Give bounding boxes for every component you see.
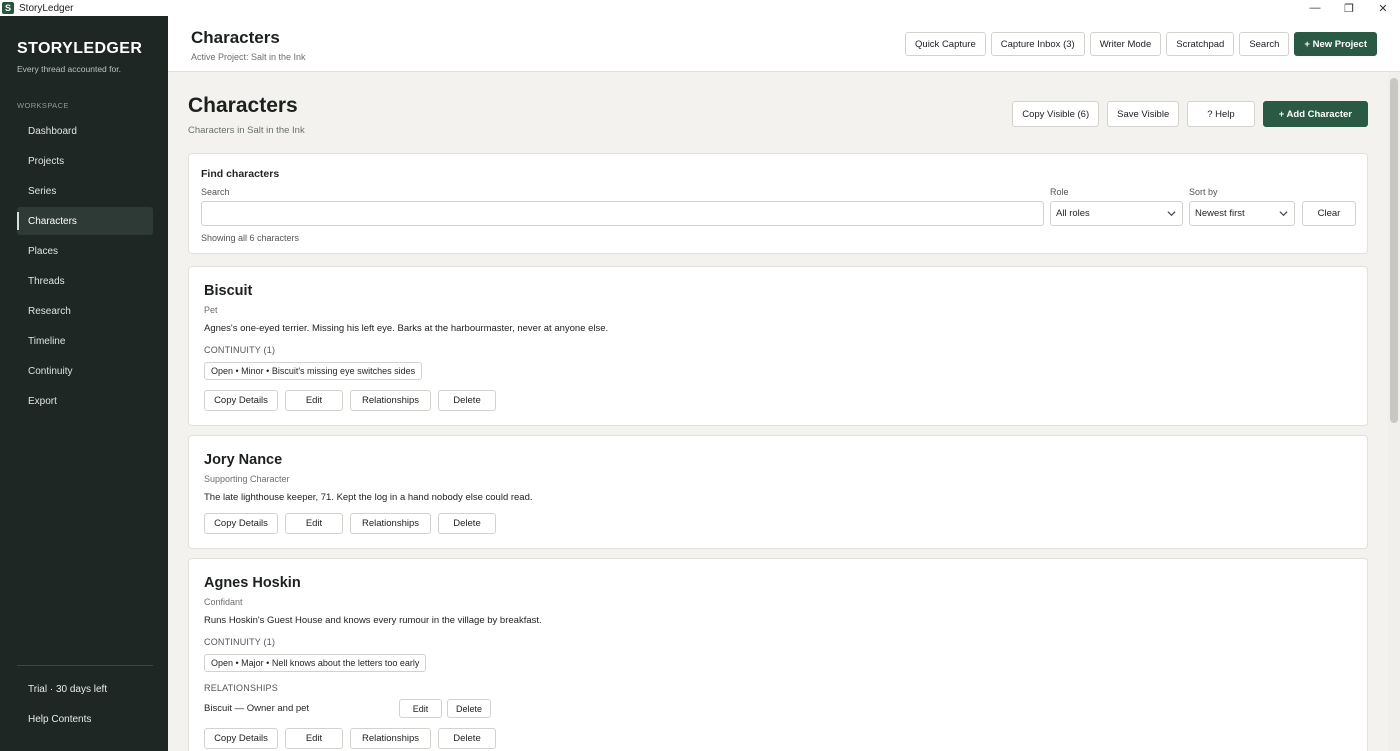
- brand-tagline: Every thread accounted for.: [17, 64, 121, 74]
- character-role: Confidant: [204, 597, 243, 607]
- sidebar-item-threads[interactable]: Threads: [17, 267, 153, 295]
- minimize-icon[interactable]: —: [1298, 0, 1332, 16]
- close-icon[interactable]: ✕: [1366, 0, 1400, 16]
- scratchpad-button[interactable]: Scratchpad: [1166, 32, 1235, 56]
- sidebar-item-research[interactable]: Research: [17, 297, 153, 325]
- character-card: Biscuit Pet Agnes's one-eyed terrier. Mi…: [188, 266, 1368, 426]
- character-description: The late lighthouse keeper, 71. Kept the…: [204, 492, 533, 503]
- continuity-label: CONTINUITY (1): [204, 637, 276, 647]
- copy-details-button[interactable]: Copy Details: [204, 390, 278, 411]
- copy-details-button[interactable]: Copy Details: [204, 728, 278, 749]
- relationship-edit-button[interactable]: Edit: [399, 699, 442, 718]
- writer-mode-button[interactable]: Writer Mode: [1089, 32, 1162, 56]
- character-name: Agnes Hoskin: [204, 575, 301, 591]
- search-button[interactable]: Search: [1239, 32, 1290, 56]
- search-input[interactable]: [201, 201, 1044, 226]
- relationships-button[interactable]: Relationships: [350, 513, 431, 534]
- header-title: Characters: [191, 28, 280, 47]
- app-icon: S: [2, 2, 14, 14]
- continuity-label: CONTINUITY (1): [204, 345, 276, 355]
- character-role: Pet: [204, 305, 218, 315]
- continuity-chip[interactable]: Open • Minor • Biscuit's missing eye swi…: [204, 362, 423, 380]
- character-description: Runs Hoskin's Guest House and knows ever…: [204, 615, 542, 626]
- filter-title: Find characters: [201, 168, 280, 180]
- filter-card: Find characters Search Role All roles So…: [188, 153, 1368, 254]
- character-card: Jory Nance Supporting Character The late…: [188, 435, 1368, 549]
- relationships-button[interactable]: Relationships: [350, 728, 431, 749]
- sidebar-item-timeline[interactable]: Timeline: [17, 327, 153, 355]
- page-actions: Copy Visible (6) Save Visible ? Help + A…: [1012, 101, 1368, 127]
- continuity-chip[interactable]: Open • Major • Nell knows about the lett…: [204, 654, 427, 672]
- relationship-actions: Edit Delete: [399, 699, 491, 718]
- capture-inbox-button[interactable]: Capture Inbox (3): [990, 32, 1085, 56]
- character-card: Agnes Hoskin Confidant Runs Hoskin's Gue…: [188, 558, 1368, 751]
- chevron-down-icon: [1167, 211, 1176, 217]
- results-summary: Showing all 6 characters: [201, 233, 300, 243]
- role-select[interactable]: All roles: [1050, 201, 1183, 226]
- copy-details-button[interactable]: Copy Details: [204, 513, 278, 534]
- card-actions: Copy Details Edit Relationships Delete: [204, 390, 496, 411]
- add-character-button[interactable]: + Add Character: [1262, 101, 1368, 127]
- relationship-delete-button[interactable]: Delete: [447, 699, 491, 718]
- character-name: Biscuit: [204, 283, 253, 299]
- page-subtitle: Characters in Salt in the Ink: [188, 125, 305, 136]
- window-title: StoryLedger: [19, 2, 74, 14]
- card-actions: Copy Details Edit Relationships Delete: [204, 513, 496, 534]
- sidebar-divider: [17, 665, 153, 666]
- delete-button[interactable]: Delete: [438, 728, 496, 749]
- sort-select[interactable]: Newest first: [1189, 201, 1295, 226]
- save-visible-button[interactable]: Save Visible: [1107, 101, 1180, 127]
- workspace-label: WORKSPACE: [17, 101, 69, 110]
- new-project-button[interactable]: + New Project: [1294, 32, 1377, 56]
- header-actions: Quick Capture Capture Inbox (3) Writer M…: [905, 32, 1377, 56]
- relationship-entry: Biscuit — Owner and pet: [204, 703, 310, 714]
- edit-button[interactable]: Edit: [285, 513, 343, 534]
- active-project-label: Active Project: Salt in the Ink: [191, 52, 306, 62]
- sidebar-item-export[interactable]: Export: [17, 387, 153, 415]
- sidebar-item-dashboard[interactable]: Dashboard: [17, 117, 153, 145]
- search-label: Search: [201, 187, 230, 197]
- character-description: Agnes's one-eyed terrier. Missing his le…: [204, 323, 609, 334]
- character-name: Jory Nance: [204, 452, 283, 468]
- sidebar-item-places[interactable]: Places: [17, 237, 153, 265]
- help-button[interactable]: ? Help: [1187, 101, 1255, 127]
- sort-label: Sort by: [1189, 187, 1218, 197]
- sort-select-value: Newest first: [1195, 208, 1245, 219]
- edit-button[interactable]: Edit: [285, 728, 343, 749]
- window-titlebar: S StoryLedger — ❐ ✕: [0, 0, 1400, 16]
- help-contents-link[interactable]: Help Contents: [28, 714, 91, 725]
- delete-button[interactable]: Delete: [438, 513, 496, 534]
- scrollbar-thumb[interactable]: [1390, 78, 1398, 423]
- role-select-value: All roles: [1056, 208, 1090, 219]
- chevron-down-icon: [1279, 211, 1288, 217]
- relationships-label: RELATIONSHIPS: [204, 683, 278, 693]
- sidebar-item-continuity[interactable]: Continuity: [17, 357, 153, 385]
- relationships-button[interactable]: Relationships: [350, 390, 431, 411]
- edit-button[interactable]: Edit: [285, 390, 343, 411]
- window-controls: — ❐ ✕: [1298, 0, 1400, 16]
- copy-visible-button[interactable]: Copy Visible (6): [1012, 101, 1100, 127]
- sidebar-nav: Dashboard Projects Series Characters Pla…: [17, 117, 153, 417]
- sidebar-item-projects[interactable]: Projects: [17, 147, 153, 175]
- sidebar: STORYLEDGER Every thread accounted for. …: [0, 16, 168, 751]
- brand-logo: STORYLEDGER: [17, 40, 143, 57]
- clear-filters-button[interactable]: Clear: [1302, 201, 1356, 226]
- sidebar-item-characters[interactable]: Characters: [17, 207, 153, 235]
- role-label: Role: [1050, 187, 1069, 197]
- main-scrollbar[interactable]: [1388, 72, 1400, 751]
- top-header: Characters Active Project: Salt in the I…: [168, 16, 1400, 72]
- delete-button[interactable]: Delete: [438, 390, 496, 411]
- character-role: Supporting Character: [204, 474, 290, 484]
- trial-status[interactable]: Trial · 30 days left: [28, 684, 107, 695]
- sidebar-item-series[interactable]: Series: [17, 177, 153, 205]
- card-actions: Copy Details Edit Relationships Delete: [204, 728, 496, 749]
- page-title: Characters: [188, 94, 298, 117]
- quick-capture-button[interactable]: Quick Capture: [905, 32, 986, 56]
- maximize-icon[interactable]: ❐: [1332, 0, 1366, 16]
